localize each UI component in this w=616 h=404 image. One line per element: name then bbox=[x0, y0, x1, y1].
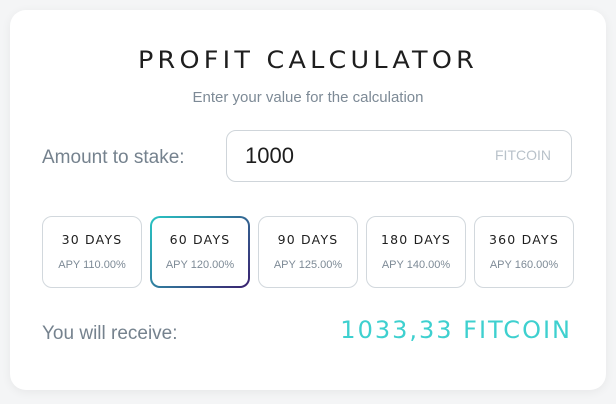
period-days-label: 180 DAYS bbox=[381, 232, 451, 247]
stake-amount-input[interactable] bbox=[245, 141, 465, 171]
stake-amount-field[interactable]: FITCOIN bbox=[226, 130, 572, 182]
period-days-label: 360 DAYS bbox=[489, 232, 559, 247]
period-option-360-days[interactable]: 360 DAYS APY 160.00% bbox=[474, 216, 574, 288]
receive-amount-value: 1033,33 FITCOIN bbox=[340, 316, 572, 344]
period-option-30-days[interactable]: 30 DAYS APY 110.00% bbox=[42, 216, 142, 288]
receive-label: You will receive: bbox=[42, 323, 178, 344]
period-apy-label: APY 125.00% bbox=[273, 259, 343, 271]
period-apy-label: APY 160.00% bbox=[489, 259, 559, 271]
stake-amount-label: Amount to stake: bbox=[42, 147, 185, 168]
period-apy-label: APY 110.00% bbox=[58, 259, 126, 271]
period-apy-label: APY 120.00% bbox=[165, 259, 235, 271]
page-title: PROFIT CALCULATOR bbox=[137, 46, 479, 74]
page-subtitle: Enter your value for the calculation bbox=[192, 89, 424, 106]
period-apy-label: APY 140.00% bbox=[381, 259, 451, 271]
staking-period-options: 30 DAYS APY 110.00% 60 DAYS APY 120.00% … bbox=[42, 216, 574, 288]
period-option-90-days[interactable]: 90 DAYS APY 125.00% bbox=[258, 216, 358, 288]
stake-currency-unit: FITCOIN bbox=[495, 147, 551, 163]
period-days-label: 60 DAYS bbox=[169, 232, 231, 247]
period-days-label: 30 DAYS bbox=[61, 232, 123, 247]
period-option-180-days[interactable]: 180 DAYS APY 140.00% bbox=[366, 216, 466, 288]
period-option-60-days[interactable]: 60 DAYS APY 120.00% bbox=[150, 216, 250, 288]
period-days-label: 90 DAYS bbox=[277, 232, 339, 247]
profit-calculator-card: PROFIT CALCULATOR Enter your value for t… bbox=[10, 10, 606, 390]
